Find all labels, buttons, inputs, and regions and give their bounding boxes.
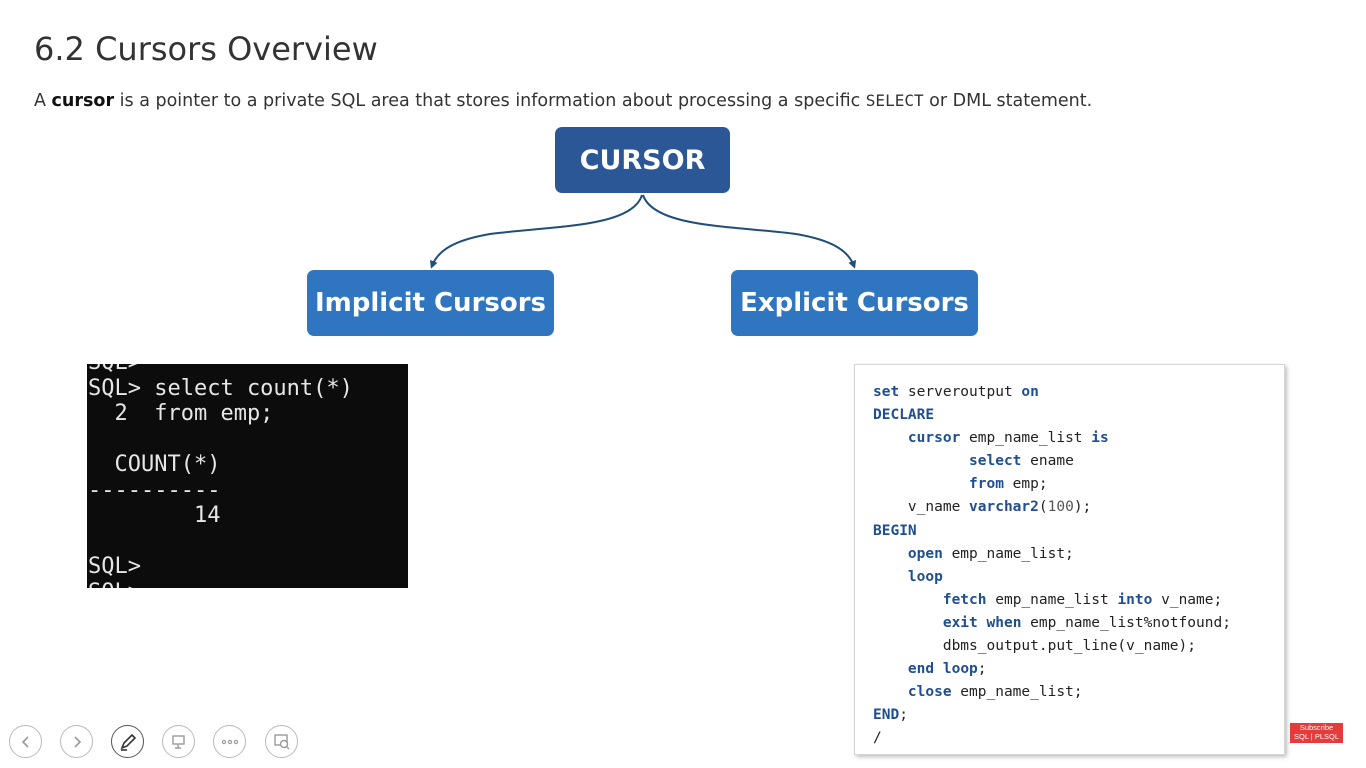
code-text: emp;	[1003, 476, 1048, 493]
code-text: ;	[977, 661, 987, 678]
code-line: cursor emp_name_list is	[873, 427, 1284, 450]
code-text: ename	[1021, 453, 1074, 470]
code-text: );	[1073, 499, 1092, 516]
code-line: fetch emp_name_list into v_name;	[873, 589, 1284, 612]
plsql-code-block: set serveroutput on DECLARE cursor emp_na…	[854, 364, 1285, 755]
code-text: /	[873, 730, 882, 747]
code-keyword: close	[907, 684, 952, 701]
previous-slide-button[interactable]	[9, 725, 42, 758]
arrow-right-icon	[73, 735, 81, 748]
badge-line-2: SQL | PLSQL	[1293, 731, 1340, 741]
terminal-line: 2 from emp;	[88, 401, 274, 426]
sql-terminal-screenshot: SQL>SQL> select count(*) 2 from emp; COU…	[87, 364, 408, 588]
slide-sorter-button[interactable]	[162, 725, 195, 758]
terminal-line: 14	[88, 503, 221, 528]
code-keyword: END	[873, 707, 900, 724]
more-options-button[interactable]	[213, 725, 246, 758]
slides-icon	[171, 734, 185, 749]
code-line: close emp_name_list;	[873, 681, 1284, 704]
code-keyword: varchar2	[969, 499, 1039, 516]
terminal-line: SQL>	[88, 554, 141, 579]
ellipsis-icon	[221, 739, 238, 744]
code-line: dbms_output.put_line(v_name);	[873, 635, 1284, 658]
code-line: open emp_name_list;	[873, 543, 1284, 566]
code-keyword: exit	[942, 614, 978, 631]
code-text: v_name	[873, 499, 970, 516]
terminal-line: SQL>	[88, 580, 353, 589]
code-text: ;	[899, 707, 908, 724]
zoom-button[interactable]	[265, 725, 298, 758]
code-text: 100	[1047, 499, 1074, 516]
subscribe-badge[interactable]: Subscribe SQL | PLSQL	[1290, 723, 1343, 743]
pen-tool-button[interactable]	[111, 725, 144, 758]
code-text: emp_name_list;	[942, 545, 1074, 562]
code-keyword: BEGIN	[873, 522, 917, 539]
code-keyword: when	[986, 614, 1022, 631]
code-keyword: cursor	[907, 430, 961, 447]
code-line: DECLARE	[873, 404, 1284, 427]
code-line: v_name varchar2(100);	[873, 496, 1284, 519]
terminal-line: SQL> select count(*)	[88, 375, 353, 401]
code-text: (	[1038, 499, 1048, 516]
code-keyword: from	[969, 476, 1004, 493]
code-keyword: set	[873, 384, 900, 400]
code-keyword: loop	[907, 568, 943, 585]
code-line: END;	[873, 704, 1284, 727]
code-line: BEGIN	[873, 520, 1284, 543]
implicit-cursors-node: Implicit Cursors	[307, 270, 554, 336]
code-text: serveroutput	[899, 384, 1022, 400]
code-keyword: loop	[942, 661, 978, 678]
code-text: emp_name_list%notfound;	[1021, 614, 1231, 631]
connector-left	[430, 194, 643, 269]
code-keyword: open	[907, 545, 943, 562]
code-keyword: end	[907, 661, 935, 678]
cursor-root-node: CURSOR	[555, 127, 730, 193]
terminal-output: SQL>SQL> select count(*) 2 from emp; COU…	[88, 364, 353, 588]
terminal-line: COUNT(*)	[88, 452, 221, 477]
pen-icon	[120, 733, 136, 751]
code-line: end loop;	[873, 658, 1284, 681]
code-text: emp_name_list	[960, 430, 1092, 447]
terminal-line: SQL>	[88, 364, 353, 376]
code-line: loop	[873, 566, 1284, 589]
code-keyword: DECLARE	[873, 407, 935, 424]
code-text: emp_name_list;	[951, 684, 1083, 701]
code-keyword: into	[1117, 591, 1153, 608]
code-line: select ename	[873, 450, 1284, 473]
code-keyword: select	[969, 453, 1022, 470]
terminal-line: ----------	[88, 477, 221, 503]
code-text: emp_name_list	[986, 591, 1118, 608]
code-text: dbms_output.put_line(v_name);	[873, 638, 1197, 655]
connector-right	[642, 194, 856, 269]
code-line: set serveroutput on	[873, 381, 1284, 404]
code-text: v_name;	[1152, 591, 1223, 608]
code-line: /	[873, 727, 1284, 750]
zoom-icon	[273, 733, 289, 749]
code-lines: set serveroutput on DECLARE cursor emp_na…	[873, 381, 1284, 751]
code-keyword: fetch	[942, 591, 987, 608]
code-keyword: on	[1021, 384, 1039, 400]
code-keyword: is	[1091, 430, 1109, 447]
next-slide-button[interactable]	[60, 725, 93, 758]
code-line: exit when emp_name_list%notfound;	[873, 612, 1284, 635]
explicit-cursors-node: Explicit Cursors	[731, 270, 978, 336]
code-line: from emp;	[873, 473, 1284, 496]
arrow-left-icon	[21, 735, 29, 748]
